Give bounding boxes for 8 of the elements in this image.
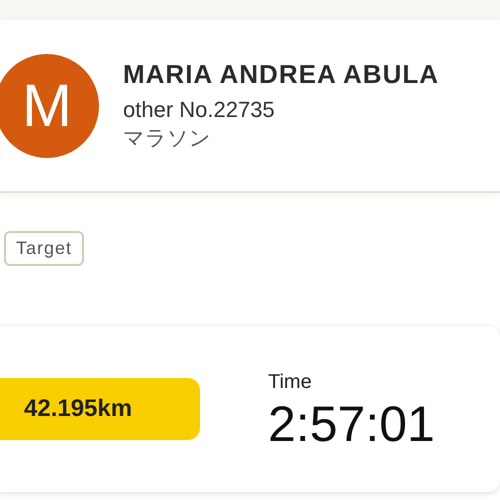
finish-time: 2:57:01 xyxy=(268,396,435,452)
runner-name: MARIA ANDREA ABULA xyxy=(123,58,440,90)
distance-badge: 42.195km xyxy=(0,378,200,440)
category-number: other No.22735 xyxy=(123,96,276,124)
avatar: M xyxy=(0,54,99,158)
time-label: Time xyxy=(268,370,313,394)
target-tag: Target xyxy=(4,231,84,266)
event-name: マラソン xyxy=(123,126,212,152)
